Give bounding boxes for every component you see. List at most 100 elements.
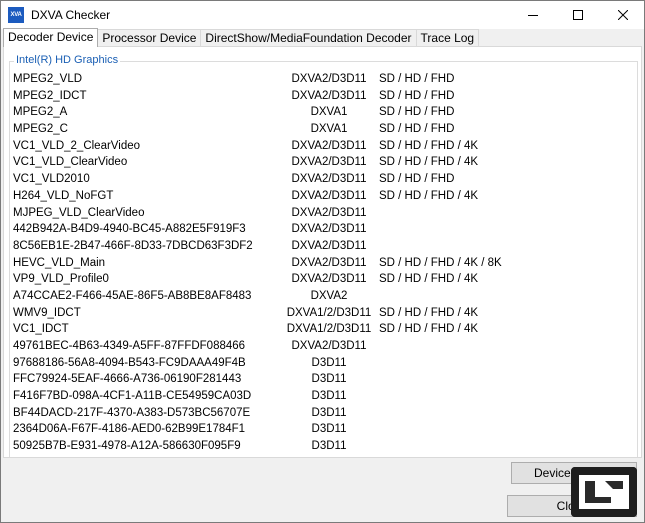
tab-decoder-device[interactable]: Decoder Device	[3, 28, 99, 47]
decoder-row[interactable]: 2364D06A-F67F-4186-AED0-62B99E1784F1 D3D1…	[13, 421, 633, 438]
decoder-row[interactable]: 49761BEC-4B63-4349-A5FF-87FFDF088466 DXVA…	[13, 338, 633, 355]
decoder-row[interactable]: MJPEG_VLD_ClearVideo DXVA2/D3D11	[13, 205, 633, 222]
tab-processor-device[interactable]: Processor Device	[97, 29, 202, 47]
decoder-row[interactable]: A74CCAE2-F466-45AE-86F5-AB8BE8AF8483 DXVA…	[13, 288, 633, 305]
decoder-row[interactable]: VP9_VLD_Profile0 DXVA2/D3D11 SD / HD / FHD…	[13, 271, 633, 288]
decoder-row[interactable]: HEVC_VLD_Main DXVA2/D3D11 SD / HD / FHD / …	[13, 255, 633, 272]
decoder-name: VC1_IDCT	[13, 323, 69, 336]
decoder-name: VP9_VLD_Profile0	[13, 273, 109, 286]
decoder-name: VC1_VLD2010	[13, 173, 90, 186]
decoder-name: FFC79924-5EAF-4666-A736-06190F281443	[13, 373, 242, 386]
decoder-api: DXVA2/D3D11	[291, 173, 367, 186]
decoder-row[interactable]: WMV9_IDCT DXVA1/2/D3D11 SD / HD / FHD / 4K	[13, 305, 633, 322]
decoder-api: DXVA1/2/D3D11	[286, 323, 372, 336]
decoder-resolutions: SD / HD / FHD / 4K / 8K	[379, 256, 502, 269]
decoder-row[interactable]: 8C56EB1E-2B47-466F-8D33-7DBCD63F3DF2 DXVA…	[13, 238, 633, 255]
decoder-api: DXVA2/D3D11	[291, 340, 367, 352]
decoder-row[interactable]: VC1_VLD2010 DXVA2/D3D11 SD / HD / FHD	[13, 171, 633, 188]
decoder-api: DXVA2/D3D11	[291, 239, 367, 252]
decoder-resolutions: SD / HD / FHD / 4K	[379, 306, 479, 319]
minimize-button[interactable]	[510, 1, 555, 29]
decoder-name: MPEG2_VLD	[13, 73, 83, 85]
decoder-row[interactable]: BF44DACD-217F-4370-A383-D573BC56707E D3D1…	[13, 405, 633, 422]
decoder-api: DXVA2/D3D11	[291, 256, 367, 269]
window-title: DXVA Checker	[31, 8, 111, 22]
tab-strip: Decoder Device Processor Device DirectSh…	[3, 28, 480, 47]
decoder-api: DXVA2/D3D11	[291, 89, 367, 102]
decoder-api: D3D11	[311, 356, 347, 369]
decoder-resolutions: SD / HD / FHD	[379, 106, 455, 119]
decoder-row[interactable]: F416F7BD-098A-4CF1-A11B-CE54959CA03D D3D1…	[13, 388, 633, 405]
decoder-name: MPEG2_A	[13, 106, 68, 119]
decoder-name: 50925B7B-E931-4978-A12A-586630F095F9	[13, 440, 241, 453]
decoder-api: DXVA2/D3D11	[291, 223, 367, 236]
maximize-icon	[572, 10, 583, 20]
decoder-name: MPEG2_IDCT	[13, 89, 87, 102]
decoder-resolutions: SD / HD / FHD / 4K	[379, 273, 479, 286]
decoder-row[interactable]: H264_VLD_NoFGT DXVA2/D3D11 SD / HD / FHD /…	[13, 188, 633, 205]
decoder-resolutions: SD / HD / FHD	[379, 73, 455, 85]
decoder-name: HEVC_VLD_Main	[13, 256, 106, 269]
close-window-button[interactable]	[600, 1, 645, 29]
decoder-resolutions: SD / HD / FHD	[379, 123, 455, 136]
dxva-checker-window: XVA DXVA Checker Decoder Device Processo…	[0, 0, 645, 523]
decoder-name: A74CCAE2-F466-45AE-86F5-AB8BE8AF8483	[13, 289, 252, 302]
decoder-resolutions: SD / HD / FHD / 4K	[379, 156, 479, 169]
decoder-name: WMV9_IDCT	[13, 306, 81, 319]
decoder-api: D3D11	[311, 440, 347, 453]
decoder-name: 2364D06A-F67F-4186-AED0-62B99E1784F1	[13, 423, 246, 436]
decoder-row[interactable]: VC1_VLD_2_ClearVideo DXVA2/D3D11 SD / HD /…	[13, 138, 633, 155]
decoder-row[interactable]: MPEG2_A DXVA1 SD / HD / FHD	[13, 104, 633, 121]
app-icon: XVA	[8, 7, 24, 23]
decoder-row[interactable]: FFC79924-5EAF-4666-A736-06190F281443 D3D1…	[13, 371, 633, 388]
decoder-api: DXVA2/D3D11	[291, 189, 367, 202]
gpu-group-label: Intel(R) HD Graphics	[14, 54, 121, 66]
decoder-name: MJPEG_VLD_ClearVideo	[13, 206, 145, 219]
tab-directshow-mediafoundation-decoder[interactable]: DirectShow/MediaFoundation Decoder	[200, 29, 417, 47]
decoder-name: 97688186-56A8-4094-B543-FC9DAAA49F4B	[13, 356, 246, 369]
decoder-resolutions: SD / HD / FHD	[379, 173, 455, 186]
decoder-row[interactable]: 442B942A-B4D9-4940-BC45-A882E5F919F3 DXVA…	[13, 221, 633, 238]
decoder-api: DXVA2/D3D11	[291, 156, 367, 169]
decoder-resolutions: SD / HD / FHD / 4K	[379, 139, 479, 152]
decoder-api: DXVA2/D3D11	[291, 206, 367, 219]
decoder-row[interactable]: MPEG2_C DXVA1 SD / HD / FHD	[13, 121, 633, 138]
decoder-api: D3D11	[311, 423, 347, 436]
decoder-api: DXVA1	[310, 106, 348, 119]
decoder-name: MPEG2_C	[13, 123, 68, 136]
decoder-list: MPEG2_VLD DXVA2/D3D11 SD / HD / FHD MPEG2_I…	[13, 71, 633, 455]
tab-trace-log[interactable]: Trace Log	[415, 29, 480, 47]
decoder-device-panel: Intel(R) HD Graphics MPEG2_VLD DXVA2/D3D1…	[3, 46, 642, 458]
decoder-name: F416F7BD-098A-4CF1-A11B-CE54959CA03D	[13, 390, 252, 403]
decoder-row[interactable]: MPEG2_IDCT DXVA2/D3D11 SD / HD / FHD	[13, 88, 633, 105]
decoder-resolutions: SD / HD / FHD / 4K	[379, 189, 479, 202]
decoder-name: 8C56EB1E-2B47-466F-8D33-7DBCD63F3DF2	[13, 239, 253, 252]
legit-reviews-logo-icon	[571, 467, 637, 517]
decoder-api: D3D11	[311, 390, 347, 403]
decoder-row[interactable]: 50925B7B-E931-4978-A12A-586630F095F9 D3D1…	[13, 438, 633, 455]
maximize-button[interactable]	[555, 1, 600, 29]
decoder-api: DXVA2/D3D11	[291, 273, 367, 286]
decoder-name: VC1_VLD_ClearVideo	[13, 156, 128, 169]
decoder-resolutions: SD / HD / FHD / 4K	[379, 323, 479, 336]
decoder-api: D3D11	[311, 373, 347, 386]
decoder-name: 49761BEC-4B63-4349-A5FF-87FFDF088466	[13, 340, 246, 352]
minimize-icon	[527, 15, 538, 16]
decoder-name: VC1_VLD_2_ClearVideo	[13, 139, 141, 152]
decoder-name: H264_VLD_NoFGT	[13, 189, 114, 202]
decoder-resolutions: SD / HD / FHD	[379, 89, 455, 102]
title-bar[interactable]: XVA DXVA Checker	[1, 1, 644, 29]
decoder-api: D3D11	[311, 406, 347, 419]
decoder-row[interactable]: VC1_VLD_ClearVideo DXVA2/D3D11 SD / HD / F…	[13, 154, 633, 171]
close-icon	[617, 10, 628, 20]
decoder-api: DXVA1/2/D3D11	[286, 306, 372, 319]
decoder-row[interactable]: VC1_IDCT DXVA1/2/D3D11 SD / HD / FHD / 4K	[13, 321, 633, 338]
decoder-api: DXVA2/D3D11	[291, 139, 367, 152]
decoder-row[interactable]: MPEG2_VLD DXVA2/D3D11 SD / HD / FHD	[13, 71, 633, 88]
decoder-name: BF44DACD-217F-4370-A383-D573BC56707E	[13, 406, 251, 419]
decoder-name: 442B942A-B4D9-4940-BC45-A882E5F919F3	[13, 223, 246, 236]
decoder-row[interactable]: 97688186-56A8-4094-B543-FC9DAAA49F4B D3D1…	[13, 355, 633, 372]
decoder-api: DXVA2/D3D11	[291, 73, 367, 85]
decoder-api: DXVA2	[310, 289, 348, 302]
decoder-api: DXVA1	[310, 123, 348, 136]
